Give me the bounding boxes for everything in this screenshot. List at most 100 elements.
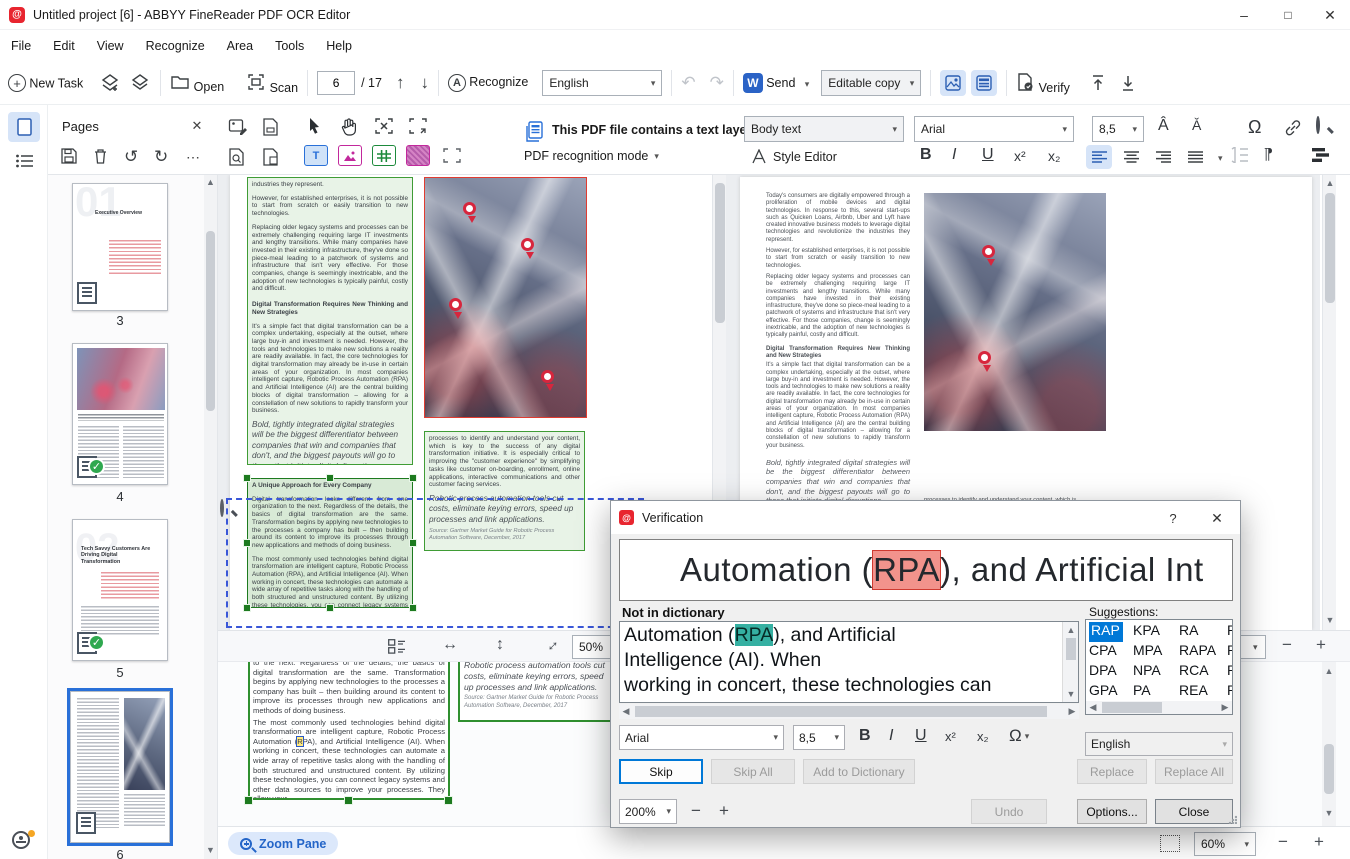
- scroll-down-icon[interactable]: ▼: [1063, 689, 1078, 699]
- align-right-button[interactable]: [1150, 145, 1176, 169]
- pane-layout-icon[interactable]: [388, 639, 405, 654]
- delete-page-icon[interactable]: [92, 147, 109, 165]
- font-size-select[interactable]: 8,5 ▾: [1092, 116, 1144, 142]
- scroll-up-icon[interactable]: ▲: [204, 177, 217, 187]
- decrease-font-icon[interactable]: Ǎ: [1192, 117, 1201, 133]
- text-view-toggle[interactable]: [971, 70, 998, 96]
- background-picture-area-tool[interactable]: [406, 145, 430, 166]
- resize-grip[interactable]: [1228, 815, 1237, 824]
- previous-page-icon[interactable]: ↑: [396, 73, 405, 93]
- resize-handle[interactable]: [444, 796, 453, 805]
- recognized-text-column[interactable]: Today's consumers are digitally empowere…: [766, 193, 910, 506]
- suggestion-item[interactable]: RCA: [1179, 662, 1227, 682]
- dialog-zoom-in-icon[interactable]: +: [719, 801, 729, 821]
- suggestion-item[interactable]: KPA: [1133, 622, 1179, 642]
- justify-button[interactable]: [1182, 145, 1208, 169]
- pages-stack-icon[interactable]: [129, 72, 151, 94]
- scroll-up-icon[interactable]: ▲: [1322, 666, 1336, 676]
- zoom-pane-quote-area[interactable]: Robotic process automation tools cut cos…: [458, 662, 616, 722]
- scroll-left-icon[interactable]: ◀: [621, 706, 631, 717]
- resize-handle[interactable]: [409, 474, 417, 482]
- search-icon[interactable]: [1316, 116, 1320, 134]
- special-character-icon[interactable]: Ω: [1248, 117, 1261, 138]
- undo-icon[interactable]: ↶: [681, 73, 695, 93]
- zoom-out-icon[interactable]: −: [1282, 635, 1292, 655]
- paragraph-direction-icon[interactable]: ¶: [1264, 146, 1273, 164]
- resize-handle[interactable]: [244, 796, 253, 805]
- select-cursor-icon[interactable]: [306, 117, 323, 136]
- dialog-special-character-button[interactable]: Ω ▾: [1009, 726, 1029, 746]
- copy-page-icon[interactable]: [262, 147, 280, 167]
- suggestion-item[interactable]: R: [1227, 642, 1232, 662]
- suggestion-item[interactable]: MPA: [1133, 642, 1179, 662]
- scroll-right-icon[interactable]: ▶: [1067, 706, 1077, 717]
- dialog-font-family-select[interactable]: Arial ▾: [619, 725, 784, 750]
- hyperlink-icon[interactable]: [1284, 119, 1302, 137]
- fit-height-icon[interactable]: ↕: [496, 636, 504, 654]
- skip-button[interactable]: Skip: [619, 759, 703, 784]
- more-options-icon[interactable]: ⋯: [186, 149, 200, 166]
- dialog-superscript-button[interactable]: x²: [945, 729, 956, 744]
- edit-image-icon[interactable]: [228, 117, 248, 137]
- zoom-in-icon[interactable]: +: [1314, 832, 1324, 852]
- replace-all-button[interactable]: Replace All: [1155, 759, 1233, 784]
- zoom-out-icon[interactable]: −: [1278, 832, 1288, 852]
- status-zoom-select[interactable]: 60% ▾: [1194, 832, 1256, 856]
- dialog-close-icon[interactable]: ✕: [1207, 508, 1227, 528]
- pages-list-view-button[interactable]: [8, 146, 40, 176]
- dialog-close-button[interactable]: Close: [1155, 799, 1233, 824]
- suggestions-listbox[interactable]: RAP CPA DPA GPA KPA MPA NPA PA RA RAPA R…: [1085, 619, 1233, 715]
- menu-file[interactable]: File: [0, 30, 42, 62]
- resize-handle[interactable]: [344, 796, 353, 805]
- text-pane-scrollbar[interactable]: ▲ ▼: [1322, 175, 1336, 630]
- suggestions-horizontal-scrollbar[interactable]: ◀ ▶: [1086, 701, 1232, 714]
- undo-button[interactable]: Undo: [971, 799, 1047, 824]
- scroll-up-icon[interactable]: ▲: [1323, 178, 1337, 188]
- add-to-dictionary-button[interactable]: Add to Dictionary: [803, 759, 915, 784]
- maximize-button[interactable]: □: [1266, 0, 1310, 30]
- fit-width-icon[interactable]: ↔: [442, 636, 458, 654]
- close-button[interactable]: ✕: [1310, 0, 1350, 30]
- menu-area[interactable]: Area: [216, 30, 264, 62]
- suggestion-item[interactable]: NPA: [1133, 662, 1179, 682]
- scan-button[interactable]: Scan: [246, 72, 298, 95]
- dialog-zoom-out-icon[interactable]: −: [691, 801, 701, 821]
- editor-vertical-scrollbar[interactable]: ▲ ▼: [1062, 622, 1078, 702]
- add-pages-icon[interactable]: [99, 72, 121, 94]
- zoom-pane-scrollbar[interactable]: ▲ ▼: [1322, 662, 1336, 826]
- rotate-right-icon[interactable]: ↻: [154, 147, 168, 167]
- menu-help[interactable]: Help: [315, 30, 363, 62]
- delete-area-icon[interactable]: [374, 117, 394, 136]
- align-left-button[interactable]: [1086, 145, 1112, 169]
- dialog-italic-button[interactable]: I: [889, 727, 893, 745]
- highlight-text-icon[interactable]: [1312, 147, 1332, 163]
- fit-page-icon[interactable]: ↔: [540, 633, 564, 657]
- dialog-language-select[interactable]: English ▾: [1085, 732, 1233, 756]
- options-button[interactable]: Options...: [1077, 799, 1147, 824]
- scroll-to-top-icon[interactable]: [1090, 74, 1106, 92]
- line-spacing-icon[interactable]: [1230, 147, 1248, 163]
- superscript-button[interactable]: x²: [1014, 148, 1026, 164]
- page-thumbnail-6-selected[interactable]: [67, 688, 173, 846]
- replace-button[interactable]: Replace: [1077, 759, 1147, 784]
- copy-type-select[interactable]: Editable copy ▾: [821, 70, 922, 96]
- verify-button[interactable]: Verify: [1016, 72, 1070, 95]
- subscript-button[interactable]: x₂: [1048, 148, 1060, 164]
- align-center-button[interactable]: [1118, 145, 1144, 169]
- dialog-bold-button[interactable]: B: [859, 727, 871, 745]
- accessibility-icon[interactable]: [12, 830, 35, 849]
- picture-area-tool[interactable]: [338, 145, 362, 166]
- scroll-right-icon[interactable]: ▶: [1220, 702, 1230, 713]
- scroll-down-icon[interactable]: ▼: [204, 845, 217, 855]
- suggestion-item[interactable]: RAPA: [1179, 642, 1227, 662]
- suggestion-item[interactable]: RA: [1179, 622, 1227, 642]
- italic-button[interactable]: I: [952, 146, 956, 164]
- scroll-to-bottom-icon[interactable]: [1120, 74, 1136, 92]
- bold-button[interactable]: B: [920, 146, 932, 164]
- redo-icon[interactable]: ↷: [710, 73, 724, 93]
- suggestion-item[interactable]: R: [1227, 622, 1232, 642]
- language-select[interactable]: English ▾: [542, 70, 663, 96]
- save-page-image-icon[interactable]: [262, 117, 280, 137]
- page-number-input[interactable]: [317, 71, 356, 95]
- table-area-tool[interactable]: [372, 145, 396, 166]
